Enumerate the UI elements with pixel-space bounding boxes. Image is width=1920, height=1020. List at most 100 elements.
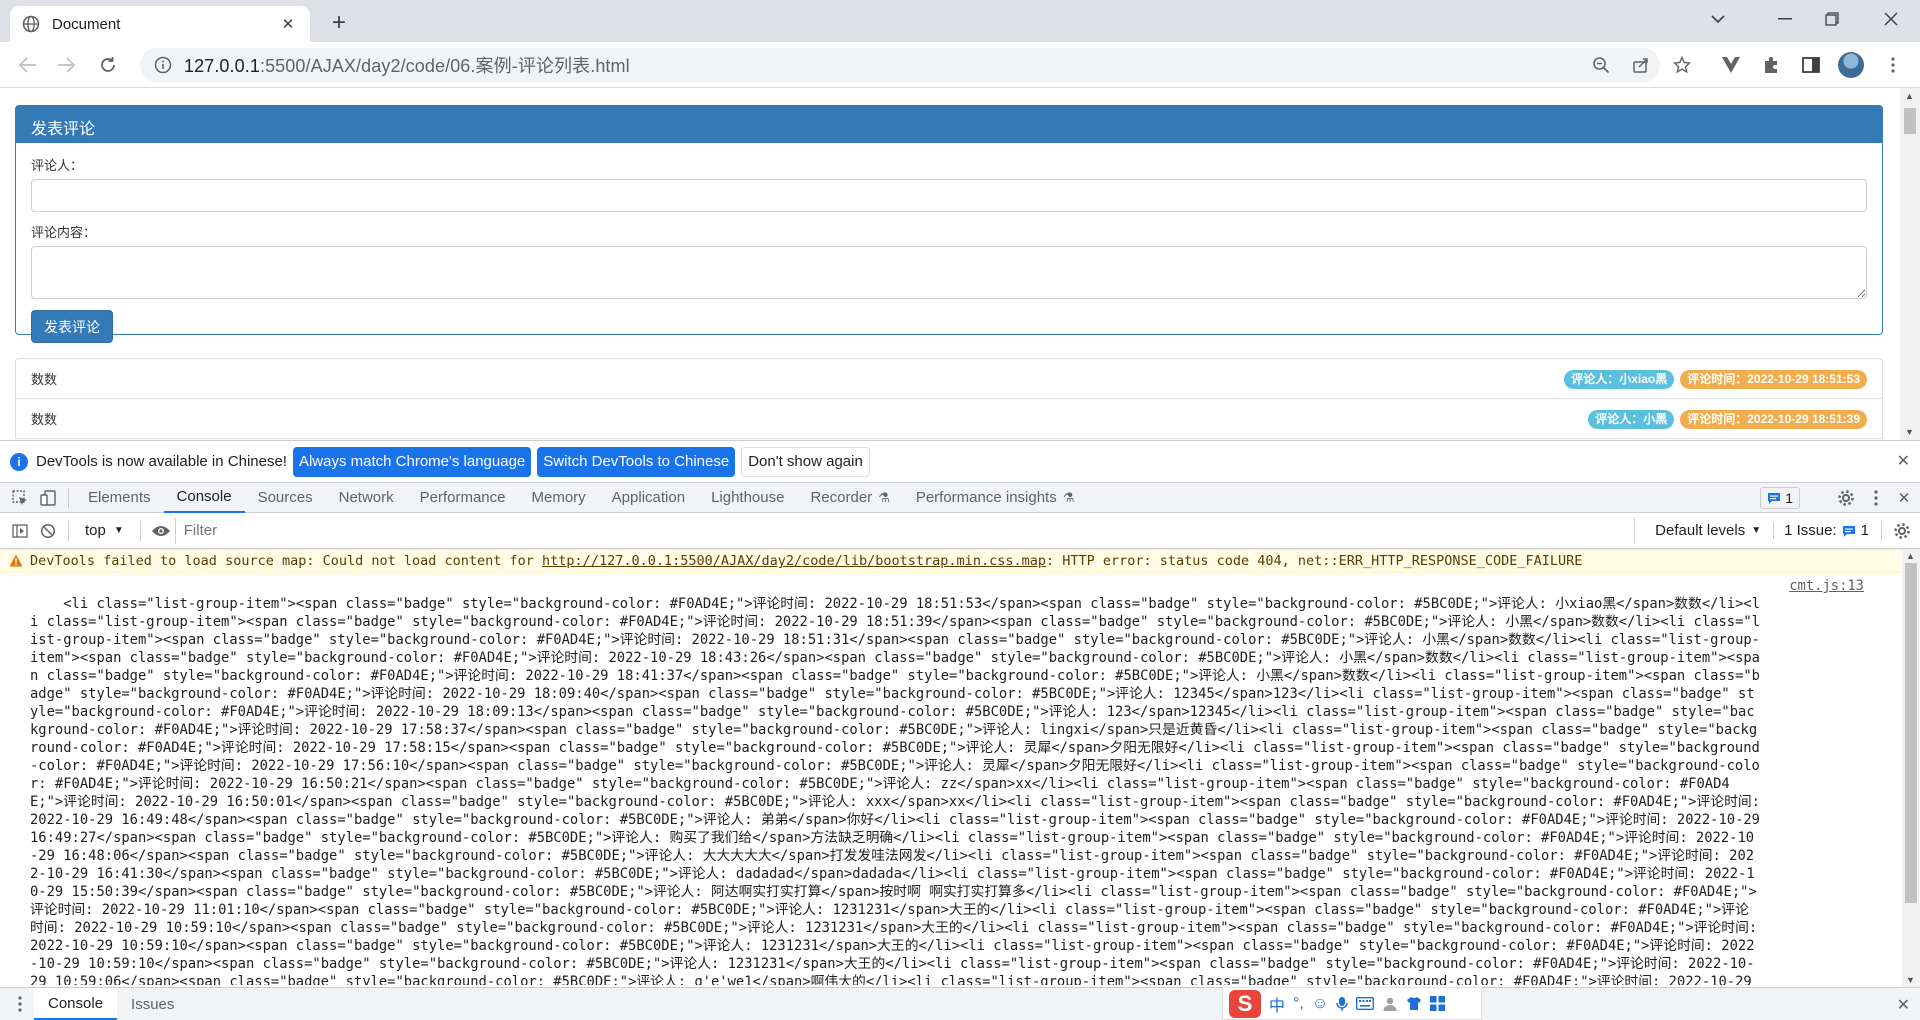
page-scrollbar[interactable]: ▲ ▼ (1900, 88, 1920, 440)
flask-icon: ⚗ (878, 489, 890, 505)
site-info-icon[interactable] (154, 56, 172, 74)
message-icon (1767, 492, 1781, 504)
log-source-link[interactable]: cmt.js:13 (1789, 577, 1864, 595)
new-tab-icon[interactable]: + (325, 9, 353, 37)
issues-count: 1 (1860, 522, 1869, 539)
warning-suffix: : HTTP error: status code 404, net::ERR_… (1045, 553, 1583, 569)
divider (139, 520, 141, 541)
tab-strip: Document ✕ + (0, 0, 1920, 42)
inspect-element-icon[interactable] (6, 484, 34, 512)
name-label: 评论人： (31, 158, 84, 173)
restore-icon[interactable] (1809, 0, 1855, 38)
show-sidebar-icon[interactable] (6, 517, 34, 545)
context-selector[interactable]: top ▼ (85, 522, 124, 539)
tab-lighthouse[interactable]: Lighthouse (698, 483, 797, 513)
chrome-menu-icon[interactable] (1878, 50, 1908, 80)
browser-toolbar: 127.0.0.1:5500/AJAX/day2/code/06.案例-评论列表… (0, 42, 1920, 88)
comment-content: 数数 (31, 372, 58, 387)
scroll-down-arrow-icon[interactable]: ▼ (1906, 975, 1915, 985)
extensions-puzzle-icon[interactable] (1756, 50, 1786, 80)
microphone-icon[interactable] (1336, 996, 1348, 1012)
punctuation-icon[interactable]: °, (1293, 995, 1304, 1013)
message-count: 1 (1785, 490, 1793, 506)
address-bar[interactable]: 127.0.0.1:5500/AJAX/day2/code/06.案例-评论列表… (140, 48, 1660, 82)
user-icon[interactable] (1382, 996, 1398, 1012)
drawer-tab-console[interactable]: Console (34, 988, 118, 1020)
commenter-name-input[interactable] (31, 179, 1867, 212)
scroll-up-arrow-icon[interactable]: ▲ (1905, 91, 1914, 101)
drawer-menu-icon[interactable] (6, 990, 34, 1018)
log-levels-dropdown[interactable]: Default levels ▼ (1643, 522, 1775, 539)
skin-shirt-icon[interactable] (1406, 996, 1422, 1011)
switch-to-chinese-button[interactable]: Switch DevTools to Chinese (537, 446, 736, 477)
console-settings-gear-icon[interactable] (1888, 517, 1916, 545)
tab-sources[interactable]: Sources (245, 483, 326, 513)
minimize-icon[interactable] (1762, 0, 1808, 38)
globe-icon (22, 15, 40, 33)
infobar-text: DevTools is now available in Chinese! (36, 453, 287, 470)
close-tab-icon[interactable]: ✕ (278, 14, 298, 34)
close-window-icon[interactable] (1868, 0, 1914, 38)
toolbox-grid-icon[interactable] (1430, 996, 1446, 1011)
vue-devtools-icon[interactable] (1716, 50, 1746, 80)
tab-performance-insights[interactable]: Performance insights ⚗ (903, 483, 1088, 513)
warning-url-link[interactable]: http://127.0.0.1:5500/AJAX/day2/code/lib… (542, 553, 1046, 569)
back-icon[interactable] (12, 49, 44, 81)
forward-icon[interactable] (50, 49, 82, 81)
page-scroll-thumb[interactable] (1904, 108, 1916, 134)
side-panel-icon[interactable] (1796, 50, 1826, 80)
console-scroll-thumb[interactable] (1905, 563, 1917, 903)
emoji-icon[interactable]: ☺ (1312, 995, 1328, 1013)
device-toolbar-icon[interactable] (34, 484, 62, 512)
panel-heading: 发表评论 (16, 106, 1882, 143)
settings-gear-icon[interactable] (1832, 484, 1860, 512)
url-path: :5500/AJAX/day2/code/06.案例-评论列表.html (259, 56, 630, 76)
devtools-tab-bar: Elements Console Sources Network Perform… (0, 482, 1920, 513)
tab-search-chevron-icon[interactable] (1695, 0, 1741, 38)
devtools-menu-icon[interactable] (1862, 484, 1890, 512)
commenter-badge: 评论人：小xiao黑 (1564, 370, 1675, 389)
zoom-icon[interactable] (1586, 50, 1616, 80)
live-expression-eye-icon[interactable] (147, 517, 175, 545)
dont-show-again-button[interactable]: Don't show again (741, 446, 870, 477)
scroll-down-arrow-icon[interactable]: ▼ (1905, 427, 1914, 437)
reload-icon[interactable] (92, 49, 124, 81)
tab-network[interactable]: Network (326, 483, 407, 513)
tab-performance[interactable]: Performance (407, 483, 519, 513)
drawer-tab-issues[interactable]: Issues (117, 988, 188, 1020)
console-scrollbar[interactable]: ▲ ▼ (1902, 549, 1920, 987)
issues-counter[interactable]: 1 Issue: 1 (1784, 522, 1869, 539)
flask-icon: ⚗ (1062, 489, 1075, 505)
share-icon[interactable] (1626, 50, 1656, 80)
dropdown-arrow-icon: ▼ (1751, 525, 1762, 536)
url-host: 127.0.0.1 (184, 56, 260, 76)
close-infobar-icon[interactable]: ✕ (1897, 451, 1910, 471)
keyboard-icon[interactable] (1356, 997, 1375, 1010)
tab-application[interactable]: Application (599, 483, 698, 513)
tab-console[interactable]: Console (163, 483, 245, 513)
ime-mode[interactable]: 中 (1269, 992, 1285, 1016)
clear-console-icon[interactable] (34, 517, 62, 545)
profile-avatar[interactable] (1838, 52, 1864, 78)
close-drawer-icon[interactable]: ✕ (1897, 995, 1910, 1015)
ime-logo[interactable]: S (1229, 989, 1261, 1018)
bookmark-star-icon[interactable] (1667, 50, 1697, 80)
log-levels-label: Default levels (1655, 522, 1746, 539)
tab-memory[interactable]: Memory (519, 483, 599, 513)
match-language-button[interactable]: Always match Chrome's language (292, 446, 532, 477)
comment-content-textarea[interactable] (31, 246, 1867, 299)
tab-recorder[interactable]: Recorder ⚗ (797, 483, 902, 513)
context-value: top (85, 522, 106, 539)
message-count-badge[interactable]: 1 (1760, 487, 1800, 509)
console-log-message: <li class="list-group-item"><span class=… (0, 573, 1920, 985)
console-filter-input[interactable] (174, 517, 1636, 544)
submit-comment-button[interactable]: 发表评论 (31, 310, 113, 343)
close-devtools-icon[interactable]: ✕ (1890, 484, 1918, 512)
browser-tab[interactable]: Document ✕ (10, 6, 310, 42)
log-text: <li class="list-group-item"><span class=… (30, 596, 1760, 985)
tab-elements[interactable]: Elements (75, 483, 164, 513)
issues-label: 1 Issue: (1784, 522, 1837, 539)
scroll-up-arrow-icon[interactable]: ▲ (1906, 551, 1915, 561)
issue-message-icon (1842, 525, 1856, 537)
warning-icon (9, 554, 23, 567)
